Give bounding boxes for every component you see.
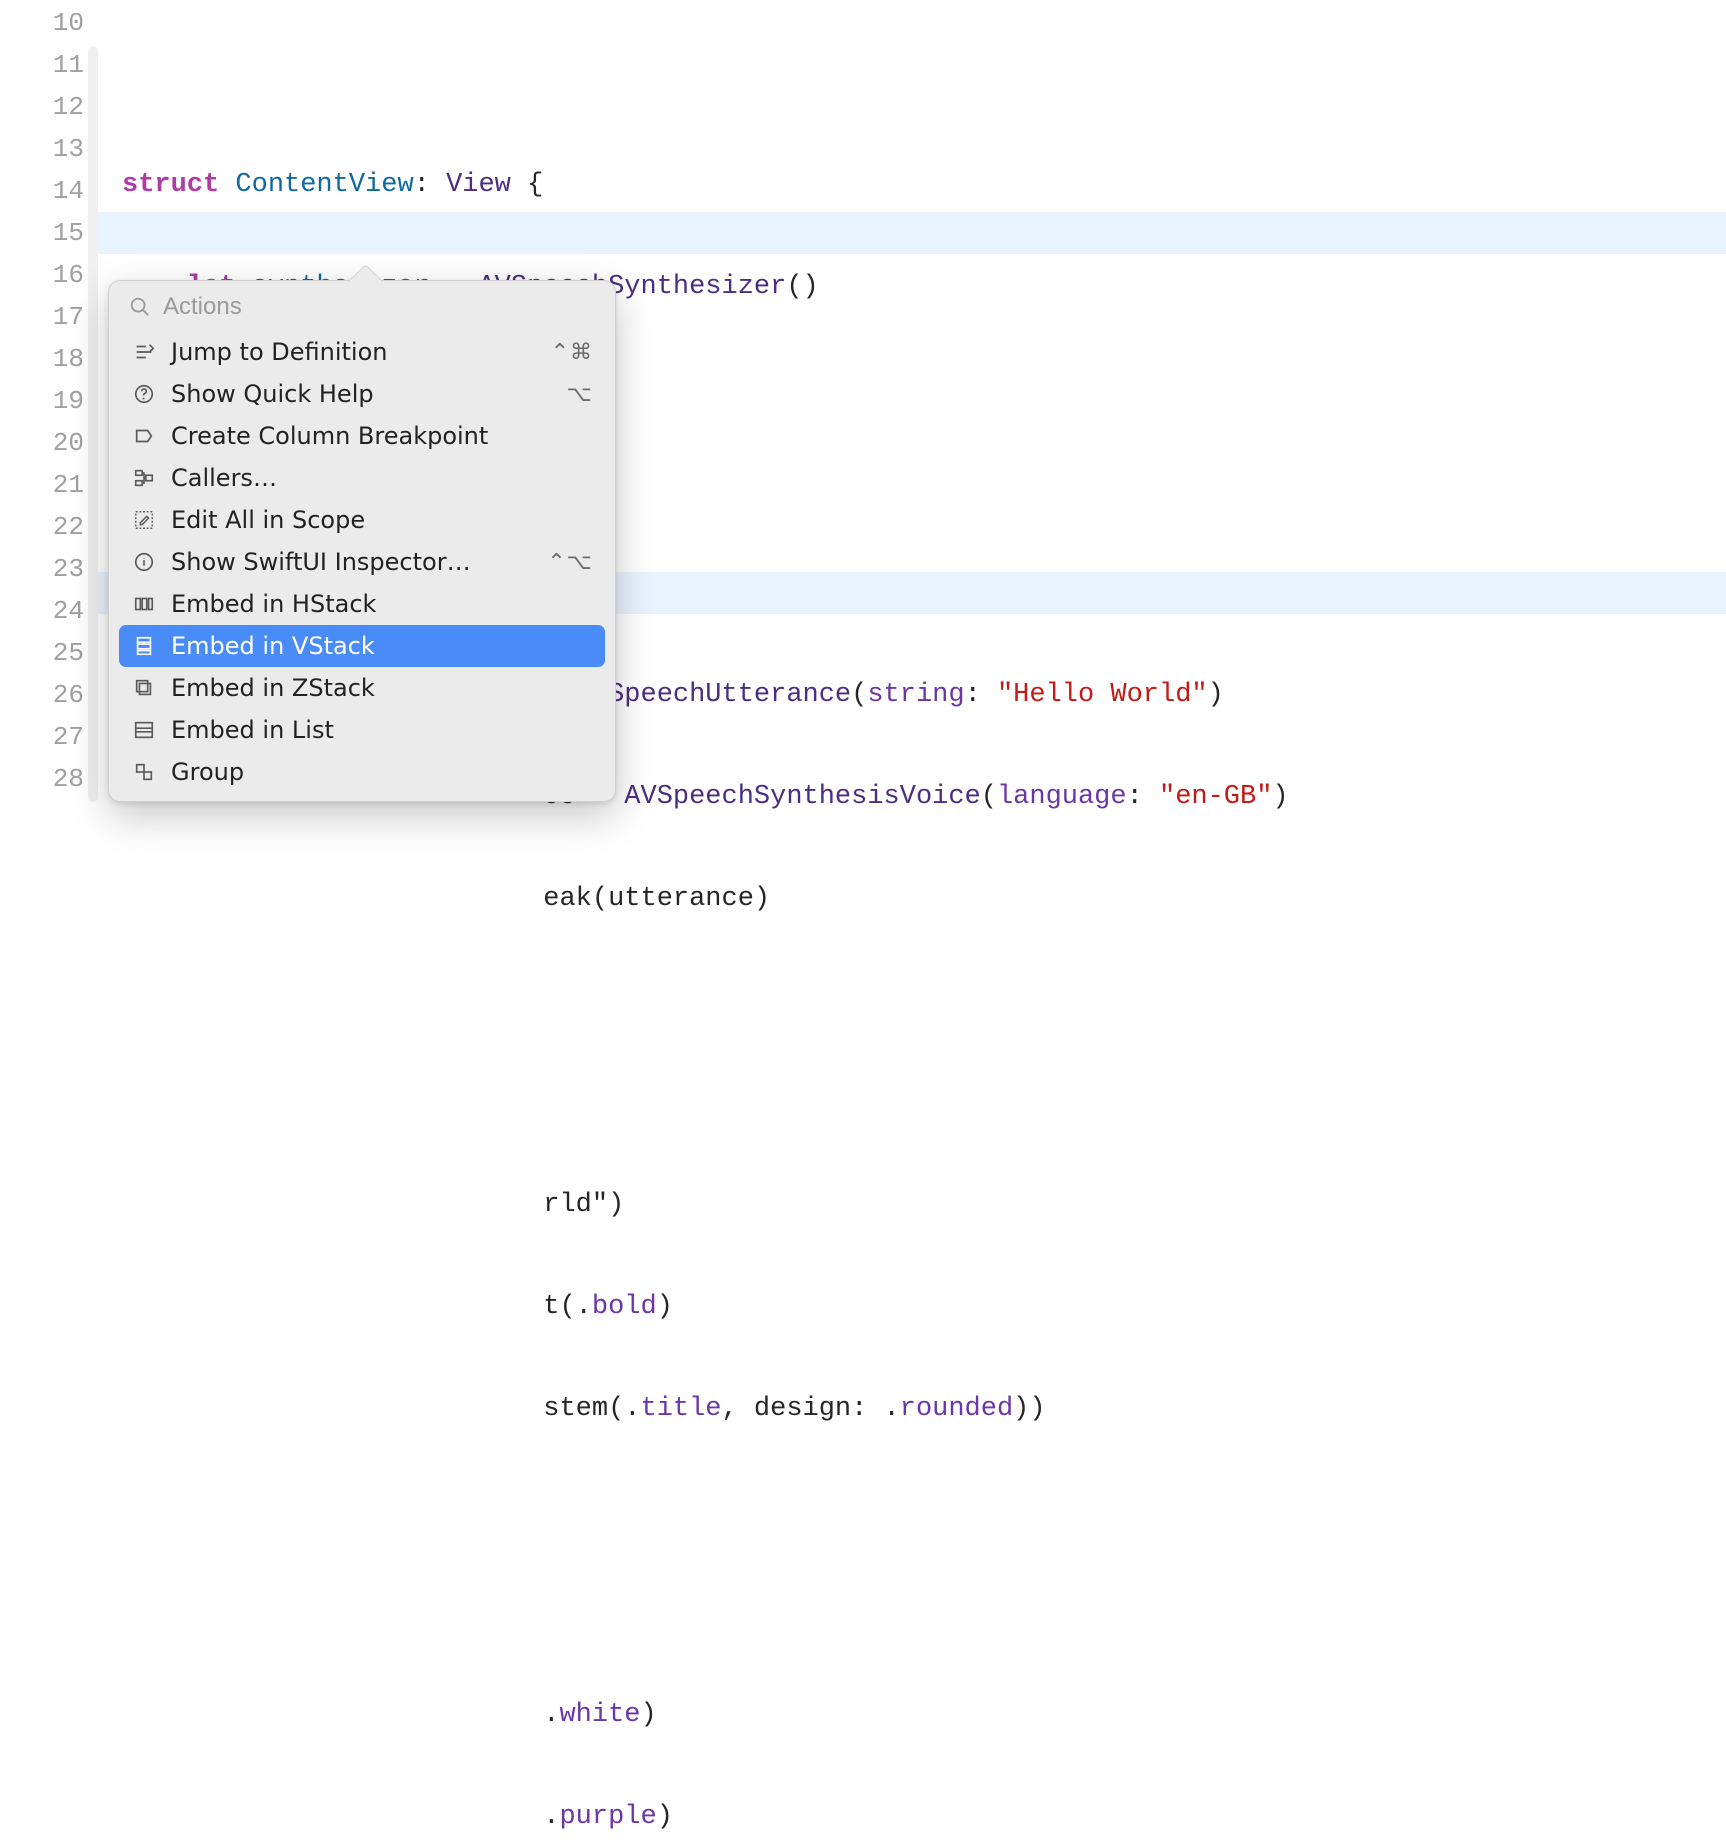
code-line: t(.bold) bbox=[122, 1286, 1726, 1328]
line-number: 19 bbox=[0, 380, 98, 422]
line-number: 20 bbox=[0, 422, 98, 464]
menu-item-embed-hstack[interactable]: Embed in HStack bbox=[119, 583, 605, 625]
definition-icon bbox=[131, 341, 157, 363]
menu-item-embed-vstack[interactable]: Embed in VStack bbox=[119, 625, 605, 667]
menu-item-label: Embed in List bbox=[171, 716, 593, 744]
menu-item-shortcut: ⌥ bbox=[567, 382, 593, 407]
inspector-icon bbox=[131, 551, 157, 573]
line-number: 28 bbox=[0, 758, 98, 800]
line-number: 17 bbox=[0, 296, 98, 338]
code-line: stem(.title, design: .rounded)) bbox=[122, 1388, 1726, 1430]
line-number-gutter: 10111213141516171819202122232425262728 bbox=[0, 0, 98, 924]
code-line bbox=[122, 1490, 1726, 1532]
help-icon bbox=[131, 383, 157, 405]
actions-menu-list: Jump to Definition ⌃⌘ Show Quick Help ⌥ Crea… bbox=[109, 331, 615, 793]
line-number: 12 bbox=[0, 86, 98, 128]
actions-search-input[interactable] bbox=[163, 293, 595, 321]
menu-item-group[interactable]: Group bbox=[119, 751, 605, 793]
menu-item-create-breakpoint[interactable]: Create Column Breakpoint bbox=[119, 415, 605, 457]
menu-item-show-quick-help[interactable]: Show Quick Help ⌥ bbox=[119, 373, 605, 415]
zstack-icon bbox=[131, 677, 157, 699]
line-number: 23 bbox=[0, 548, 98, 590]
breakpoint-icon bbox=[131, 425, 157, 447]
menu-item-label: Edit All in Scope bbox=[171, 506, 593, 534]
menu-item-label: Embed in HStack bbox=[171, 590, 593, 618]
line-number: 16 bbox=[0, 254, 98, 296]
line-number: 26 bbox=[0, 674, 98, 716]
actions-popover: Jump to Definition ⌃⌘ Show Quick Help ⌥ Crea… bbox=[108, 280, 616, 802]
line-number: 13 bbox=[0, 128, 98, 170]
code-line: .purple) bbox=[122, 1796, 1726, 1838]
code-line bbox=[122, 62, 1726, 104]
line-number: 27 bbox=[0, 716, 98, 758]
menu-item-edit-all-in-scope[interactable]: Edit All in Scope bbox=[119, 499, 605, 541]
edit-icon bbox=[131, 509, 157, 531]
code-line: struct ContentView: View { bbox=[122, 164, 1726, 206]
line-number: 25 bbox=[0, 632, 98, 674]
code-line: .white) bbox=[122, 1694, 1726, 1736]
vstack-icon bbox=[131, 635, 157, 657]
hstack-icon bbox=[131, 593, 157, 615]
menu-item-label: Group bbox=[171, 758, 593, 786]
menu-item-label: Jump to Definition bbox=[171, 338, 537, 366]
line-number: 24 bbox=[0, 590, 98, 632]
code-line: rld") bbox=[122, 1184, 1726, 1226]
line-number: 21 bbox=[0, 464, 98, 506]
code-line bbox=[122, 1082, 1726, 1124]
line-number: 15 bbox=[0, 212, 98, 254]
menu-item-label: Callers… bbox=[171, 464, 593, 492]
menu-item-label: Show Quick Help bbox=[171, 380, 553, 408]
line-number: 10 bbox=[0, 2, 98, 44]
menu-item-label: Embed in VStack bbox=[171, 632, 593, 660]
menu-item-label: Show SwiftUI Inspector… bbox=[171, 548, 533, 576]
menu-item-embed-list[interactable]: Embed in List bbox=[119, 709, 605, 751]
search-icon bbox=[129, 296, 151, 318]
menu-item-label: Embed in ZStack bbox=[171, 674, 593, 702]
line-number: 18 bbox=[0, 338, 98, 380]
menu-item-callers[interactable]: Callers… bbox=[119, 457, 605, 499]
line-number: 14 bbox=[0, 170, 98, 212]
menu-item-shortcut: ⌃⌥ bbox=[547, 550, 593, 575]
list-icon bbox=[131, 719, 157, 741]
code-line bbox=[122, 980, 1726, 1022]
line-number: 22 bbox=[0, 506, 98, 548]
menu-item-swiftui-inspector[interactable]: Show SwiftUI Inspector… ⌃⌥ bbox=[119, 541, 605, 583]
code-line bbox=[122, 1592, 1726, 1634]
menu-item-label: Create Column Breakpoint bbox=[171, 422, 593, 450]
menu-item-shortcut: ⌃⌘ bbox=[551, 340, 593, 365]
line-number: 11 bbox=[0, 44, 98, 86]
code-line: eak(utterance) bbox=[122, 878, 1726, 920]
callers-icon bbox=[131, 467, 157, 489]
menu-item-jump-to-definition[interactable]: Jump to Definition ⌃⌘ bbox=[119, 331, 605, 373]
menu-item-embed-zstack[interactable]: Embed in ZStack bbox=[119, 667, 605, 709]
actions-search-row bbox=[109, 281, 615, 331]
group-icon bbox=[131, 761, 157, 783]
